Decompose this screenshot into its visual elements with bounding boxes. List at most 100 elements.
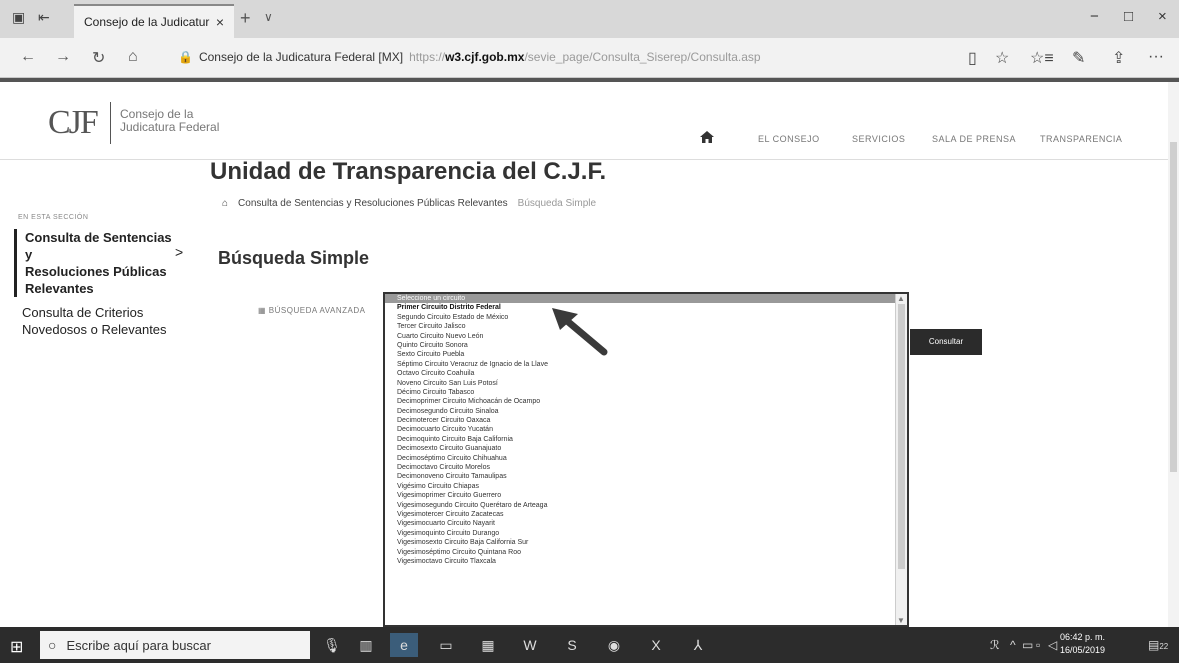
chevron-right-icon: >: [175, 244, 184, 260]
scroll-up-icon[interactable]: ▲: [897, 294, 905, 303]
list-scroll-thumb[interactable]: [898, 304, 905, 569]
tab-label: Consejo de la Judicatur:: [84, 15, 210, 29]
calculator-icon[interactable]: ▦: [474, 633, 502, 657]
tab-close-icon[interactable]: ×: [216, 14, 224, 30]
circuit-option[interactable]: Decimonoveno Circuito Tamaulipas: [385, 472, 907, 481]
file-explorer-icon[interactable]: ▭: [432, 633, 460, 657]
logo-text[interactable]: Consejo de la Judicatura Federal: [120, 108, 219, 134]
circuit-option[interactable]: Seleccione un circuito: [385, 294, 907, 304]
favorites-list-icon[interactable]: ☆≡: [1030, 48, 1054, 68]
circuit-option[interactable]: Cuarto Circuito Nuevo León: [385, 332, 907, 341]
sidebar-item-criterios[interactable]: Consulta de Criterios Novedosos o Releva…: [14, 304, 167, 338]
back-icon[interactable]: ←: [20, 48, 36, 66]
circuit-option[interactable]: Octavo Circuito Coahuila: [385, 369, 907, 378]
consultar-button[interactable]: Consultar: [910, 329, 982, 355]
circuit-option[interactable]: Décimo Circuito Tabasco: [385, 388, 907, 397]
url-field[interactable]: 🔒 Consejo de la Judicatura Federal [MX] ht…: [178, 50, 761, 64]
word-icon[interactable]: W: [516, 633, 544, 657]
pen-icon[interactable]: ✎: [1072, 48, 1085, 68]
circuit-option[interactable]: Sexto Circuito Puebla: [385, 350, 907, 359]
sidebar-item-label-line3: Relevantes: [25, 281, 94, 296]
scroll-down-icon[interactable]: ▼: [897, 616, 905, 625]
browser-tab-bar: ▣ ⇤ Consejo de la Judicatur: × + ∨ − □ ×: [0, 0, 1179, 38]
clock-date: 16/05/2019: [1060, 645, 1106, 655]
circuit-option[interactable]: Primer Circuito Distrito Federal: [385, 303, 907, 312]
cjf-logo[interactable]: CJF: [48, 104, 99, 142]
chrome-icon[interactable]: ◉: [600, 633, 628, 657]
circuit-option[interactable]: Decimoprimer Circuito Michoacán de Ocamp…: [385, 397, 907, 406]
circuit-option[interactable]: Decimoquinto Circuito Baja California: [385, 435, 907, 444]
circuit-option[interactable]: Decimotercer Circuito Oaxaca: [385, 416, 907, 425]
breadcrumb: ⌂ Consulta de Sentencias y Resoluciones P…: [222, 198, 596, 209]
circuit-option[interactable]: Decimocuarto Circuito Yucatán: [385, 425, 907, 434]
circuit-option[interactable]: Vigesimoséptimo Circuito Quintana Roo: [385, 548, 907, 557]
circuit-option[interactable]: Segundo Circuito Estado de México: [385, 313, 907, 322]
circuit-option[interactable]: Vigesimocuarto Circuito Nayarit: [385, 519, 907, 528]
breadcrumb-home-icon[interactable]: ⌂: [222, 198, 228, 209]
page-scrollbar[interactable]: [1168, 82, 1179, 627]
circuit-option[interactable]: Decimoséptimo Circuito Chihuahua: [385, 454, 907, 463]
circuit-option[interactable]: Vigesimosexto Circuito Baja California S…: [385, 538, 907, 547]
new-tab-button[interactable]: +: [240, 8, 251, 29]
set-aside-tabs-icon[interactable]: ⇤: [38, 9, 50, 26]
lock-icon: 🔒: [178, 50, 193, 64]
more-icon[interactable]: ···: [1148, 48, 1164, 66]
advanced-search-link[interactable]: ▦ BÚSQUEDA AVANZADA: [258, 306, 365, 315]
share-icon[interactable]: ⇪: [1112, 48, 1125, 68]
tab-preview-icon[interactable]: ▣: [12, 9, 25, 26]
sidebar-item-sentencias[interactable]: Consulta de Sentencias y Resoluciones Pú…: [14, 229, 183, 297]
pdf-icon[interactable]: ⅄: [684, 633, 712, 657]
circuit-option[interactable]: Séptimo Circuito Veracruz de Ignacio de …: [385, 360, 907, 369]
advanced-search-icon: ▦: [258, 306, 269, 315]
circuit-option[interactable]: Tercer Circuito Jalisco: [385, 322, 907, 331]
circuit-option[interactable]: Quinto Circuito Sonora: [385, 341, 907, 350]
circuit-option[interactable]: Decimosexto Circuito Guanajuato: [385, 444, 907, 453]
circuit-option[interactable]: Vigesimotercer Circuito Zacatecas: [385, 510, 907, 519]
tab-consejo[interactable]: Consejo de la Judicatur: ×: [74, 4, 234, 38]
site-header: CJF Consejo de la Judicatura Federal EL …: [0, 82, 1179, 160]
notifications-icon[interactable]: ▤22: [1148, 638, 1168, 652]
taskbar-search-box[interactable]: ○ Escribe aquí para buscar: [40, 631, 310, 659]
tab-menu-icon[interactable]: ∨: [264, 10, 273, 24]
circuit-option[interactable]: Vigesimoprimer Circuito Guerrero: [385, 491, 907, 500]
home-icon[interactable]: ⌂: [128, 48, 138, 66]
circuit-option[interactable]: Decimoctavo Circuito Morelos: [385, 463, 907, 472]
volume-icon[interactable]: ◁: [1048, 638, 1057, 652]
circuit-option[interactable]: Vigésimo Circuito Chiapas: [385, 482, 907, 491]
network-icon[interactable]: ▫: [1036, 638, 1040, 652]
taskbar-clock[interactable]: 06:42 p. m. 16/05/2019: [1060, 631, 1105, 657]
task-view-icon[interactable]: ▥: [352, 633, 380, 657]
people-icon[interactable]: ℛ: [990, 638, 1000, 652]
excel-icon[interactable]: X: [642, 633, 670, 657]
battery-icon[interactable]: ▭: [1022, 638, 1033, 652]
nav-transparencia[interactable]: TRANSPARENCIA: [1040, 134, 1122, 144]
page-scroll-thumb[interactable]: [1170, 142, 1177, 472]
circuit-option[interactable]: Decimosegundo Circuito Sinaloa: [385, 407, 907, 416]
close-window-button[interactable]: ×: [1158, 8, 1167, 25]
nav-servicios[interactable]: SERVICIOS: [852, 134, 905, 144]
clock-time: 06:42 p. m.: [1060, 632, 1106, 642]
nav-home-icon[interactable]: [700, 130, 714, 146]
maximize-button[interactable]: □: [1124, 8, 1133, 25]
reading-view-icon[interactable]: ▯: [968, 48, 977, 68]
page-title: Unidad de Transparencia del C.J.F.: [210, 158, 607, 185]
minimize-button[interactable]: −: [1090, 8, 1099, 25]
circuit-option[interactable]: Vigesimosegundo Circuito Querétaro de Ar…: [385, 501, 907, 510]
refresh-icon[interactable]: ↻: [92, 48, 105, 68]
circuit-option[interactable]: Noveno Circuito San Luis Potosí: [385, 379, 907, 388]
nav-sala-de-prensa[interactable]: SALA DE PRENSA: [932, 134, 1016, 144]
circuit-select-list[interactable]: Seleccione un circuito Primer Circuito Di…: [383, 292, 909, 627]
list-scrollbar[interactable]: ▲ ▼: [895, 294, 907, 625]
microphone-icon[interactable]: 🎙: [318, 633, 346, 657]
favorite-star-icon[interactable]: ☆: [995, 48, 1009, 68]
sidebar-item-label-line1: Consulta de Criterios: [22, 305, 144, 320]
windows-start-icon[interactable]: ⊞: [10, 637, 23, 657]
circuit-option[interactable]: Vigesimoctavo Circuito Tlaxcala: [385, 557, 907, 566]
breadcrumb-section-link[interactable]: Consulta de Sentencias y Resoluciones Pú…: [238, 198, 508, 209]
skype-icon[interactable]: S: [558, 633, 586, 657]
circuit-option[interactable]: Vigesimoquinto Circuito Durango: [385, 529, 907, 538]
forward-icon[interactable]: →: [55, 48, 71, 66]
edge-icon[interactable]: e: [390, 633, 418, 657]
nav-el-consejo[interactable]: EL CONSEJO: [758, 134, 820, 144]
tray-chevron-icon[interactable]: ^: [1010, 638, 1016, 652]
